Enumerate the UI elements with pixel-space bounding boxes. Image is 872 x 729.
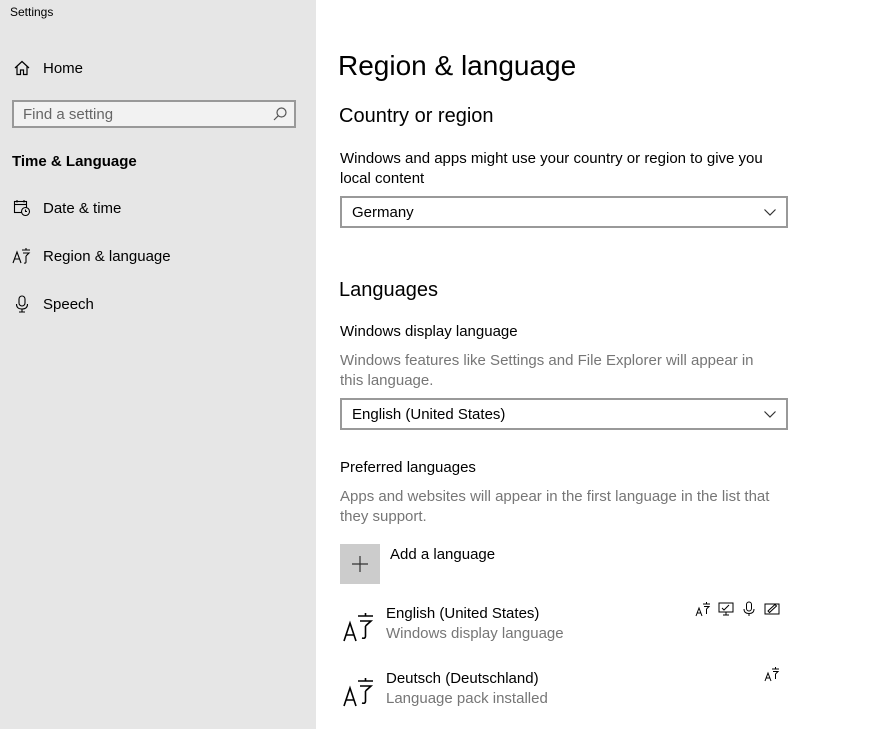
sidebar: Settings Home Time & Language Date & tim…: [0, 0, 316, 729]
handwriting-icon: [764, 601, 780, 617]
sidebar-item-date-time[interactable]: Date & time: [0, 188, 316, 228]
plus-icon[interactable]: [340, 544, 380, 584]
search-box[interactable]: [12, 100, 296, 128]
chevron-down-icon: [763, 407, 777, 421]
microphone-icon: [12, 294, 32, 314]
page-title: Region & language: [338, 50, 577, 81]
language-features: [764, 666, 780, 682]
country-dropdown[interactable]: Germany: [340, 196, 788, 228]
home-label: Home: [43, 59, 84, 77]
app-title: Settings: [10, 5, 54, 19]
sidebar-item-label: Speech: [43, 295, 94, 313]
languages-heading: Languages: [339, 279, 438, 301]
language-name: Deutsch (Deutschland): [386, 670, 539, 687]
chevron-down-icon: [763, 205, 777, 219]
language-pack-icon: [764, 666, 780, 682]
language-icon: [343, 676, 375, 708]
home-icon: [12, 58, 32, 78]
home-button[interactable]: Home: [0, 48, 316, 88]
display-language-description: Windows features like Settings and File …: [340, 352, 754, 389]
search-input[interactable]: [14, 104, 272, 124]
country-description: Windows and apps might use your country …: [340, 150, 763, 187]
display-language-dropdown[interactable]: English (United States): [340, 398, 788, 430]
display-language-label: Windows display language: [340, 323, 518, 340]
language-pack-icon: [695, 601, 711, 617]
add-language-label: Add a language: [390, 546, 496, 563]
sidebar-item-region-language[interactable]: Region & language: [0, 236, 316, 276]
country-dropdown-value: Germany: [352, 203, 414, 221]
search-icon[interactable]: [272, 106, 288, 122]
sidebar-item-label: Region & language: [43, 247, 171, 265]
display-language-icon: [718, 601, 734, 617]
language-item-english[interactable]: English (United States) Windows display …: [340, 601, 788, 655]
language-name: English (United States): [386, 605, 540, 622]
language-features: [695, 601, 780, 617]
preferred-languages-description: Apps and websites will appear in the fir…: [340, 488, 770, 525]
language-icon: [12, 246, 32, 266]
sidebar-item-speech[interactable]: Speech: [0, 284, 316, 324]
display-language-dropdown-value: English (United States): [352, 405, 506, 423]
add-language-button[interactable]: Add a language: [340, 544, 495, 584]
speech-icon: [741, 601, 757, 617]
country-heading: Country or region: [339, 105, 494, 127]
calendar-clock-icon: [12, 198, 32, 218]
language-status: Windows display language: [386, 625, 564, 642]
language-icon: [343, 611, 375, 643]
section-title: Time & Language: [12, 153, 137, 170]
main-content: Region & language Country or region Wind…: [316, 0, 872, 729]
sidebar-item-label: Date & time: [43, 199, 122, 217]
language-item-deutsch[interactable]: Deutsch (Deutschland) Language pack inst…: [340, 667, 788, 720]
language-status: Language pack installed: [386, 690, 548, 707]
preferred-languages-label: Preferred languages: [340, 459, 476, 476]
